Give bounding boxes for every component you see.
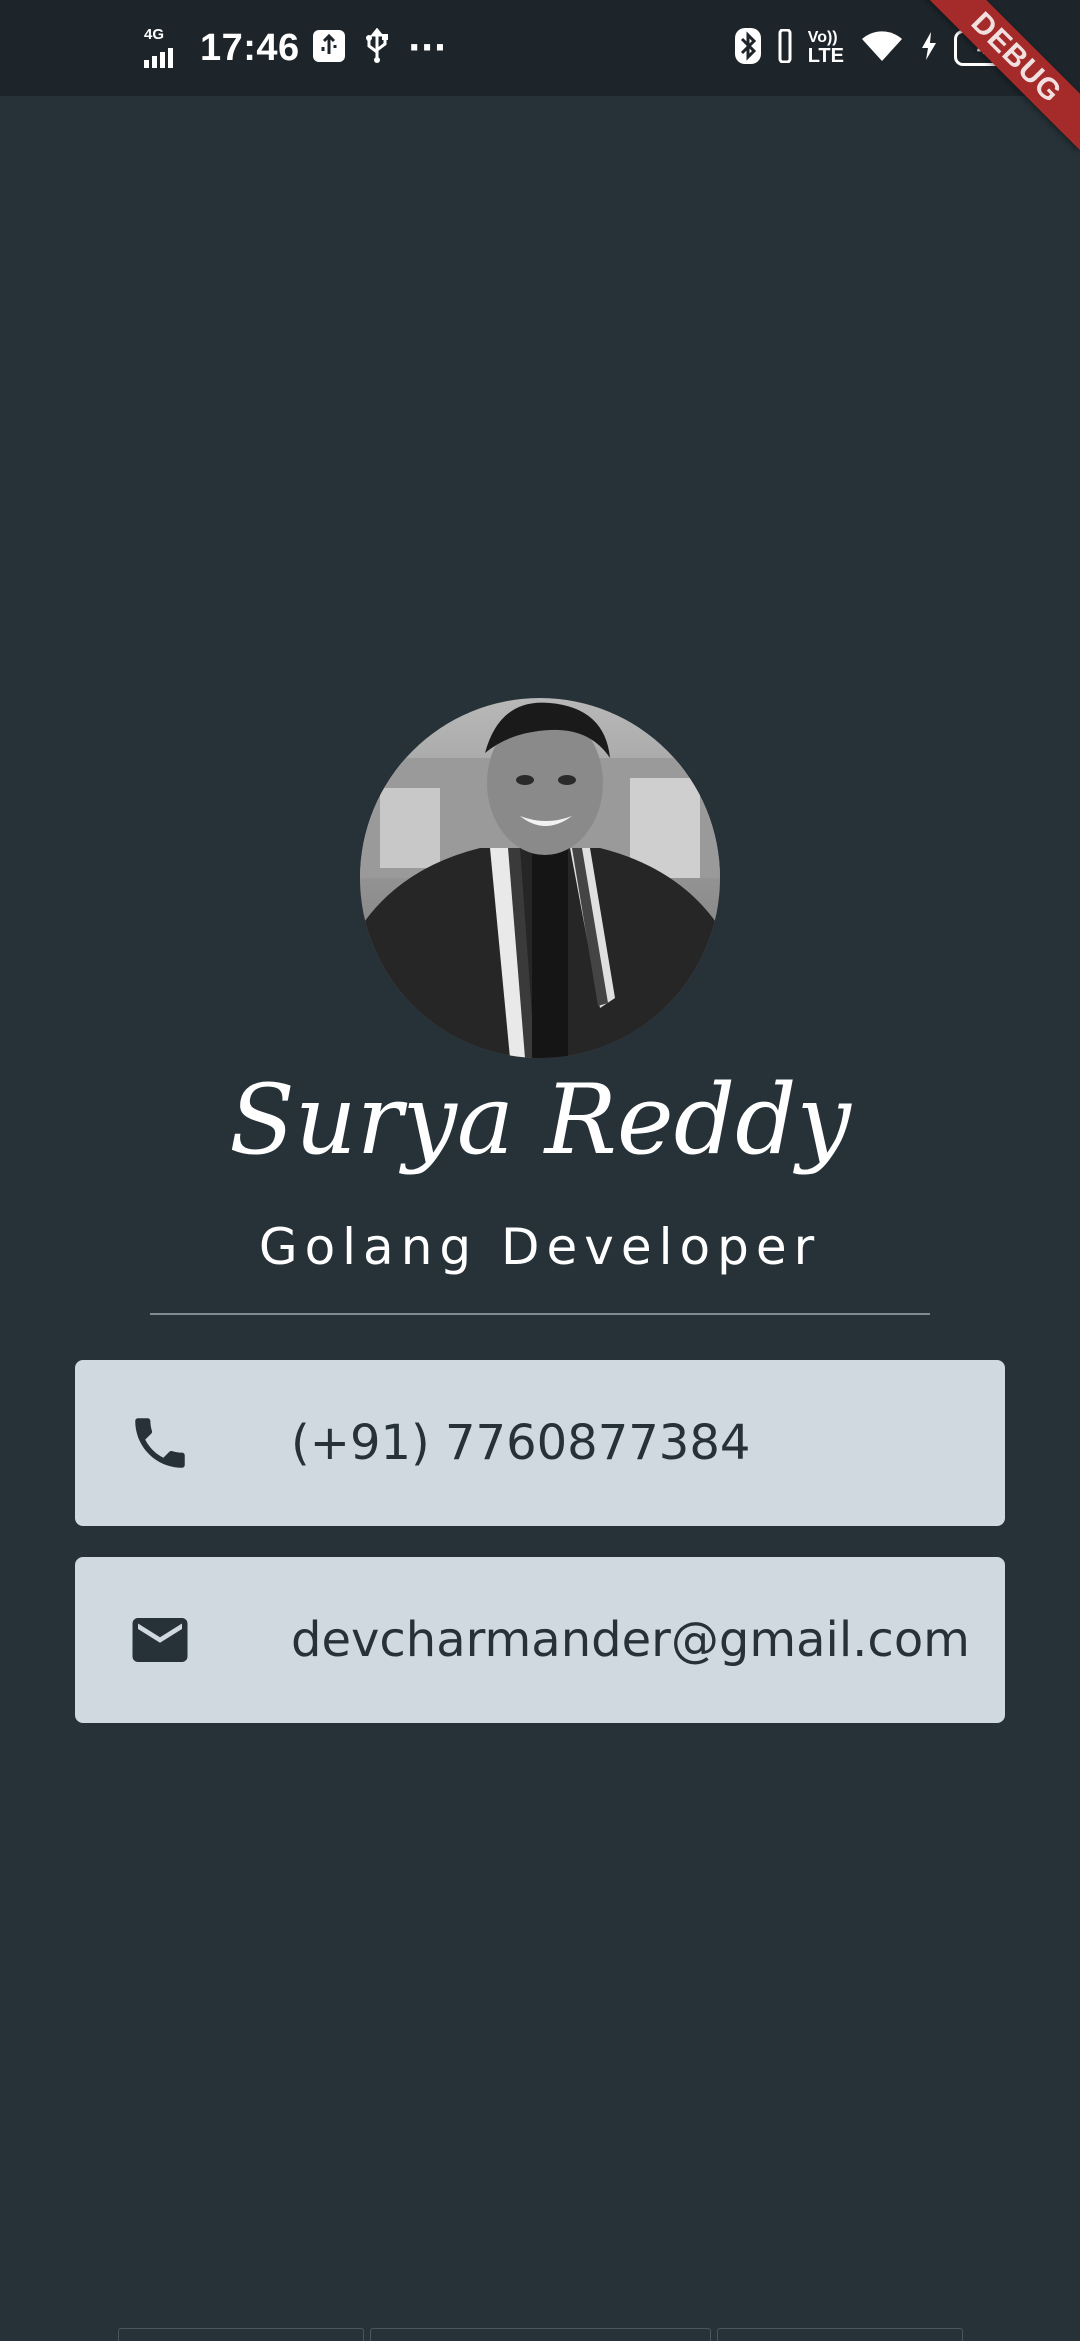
vibrate-icon [778,28,792,67]
volte-icon: Vo)) LTE [807,29,844,67]
network-type: 4G [144,26,165,43]
status-bar: 4G 17:46 ··· Vo)) LTE [0,0,1080,96]
phone-number: (+91) 7760877384 [291,1415,751,1471]
mail-icon [127,1607,193,1673]
status-bar-left: 4G 17:46 ··· [142,0,462,96]
profile-name: Surya Reddy [229,1064,851,1176]
lte-label: LTE [807,45,844,67]
bluetooth-icon [734,27,762,69]
wifi-icon [860,29,904,67]
volte-label: Vo)) [807,29,838,46]
clock-time: 17:46 [200,26,300,69]
phone-card[interactable]: (+91) 7760877384 [75,1360,1005,1526]
usb-icon [362,27,392,68]
divider [150,1313,930,1315]
phone-icon [127,1410,193,1476]
more-notifications-icon: ··· [407,28,447,68]
bottom-edge-tabs [118,2328,963,2341]
cellular-signal-icon: 4G [142,26,182,68]
charging-icon [920,31,938,65]
profile-title: Golang Developer [258,1218,822,1276]
email-card[interactable]: devcharmander@gmail.com [75,1557,1005,1723]
usb-debug-icon [312,29,346,67]
profile-avatar [360,698,720,1058]
email-address: devcharmander@gmail.com [291,1612,970,1668]
